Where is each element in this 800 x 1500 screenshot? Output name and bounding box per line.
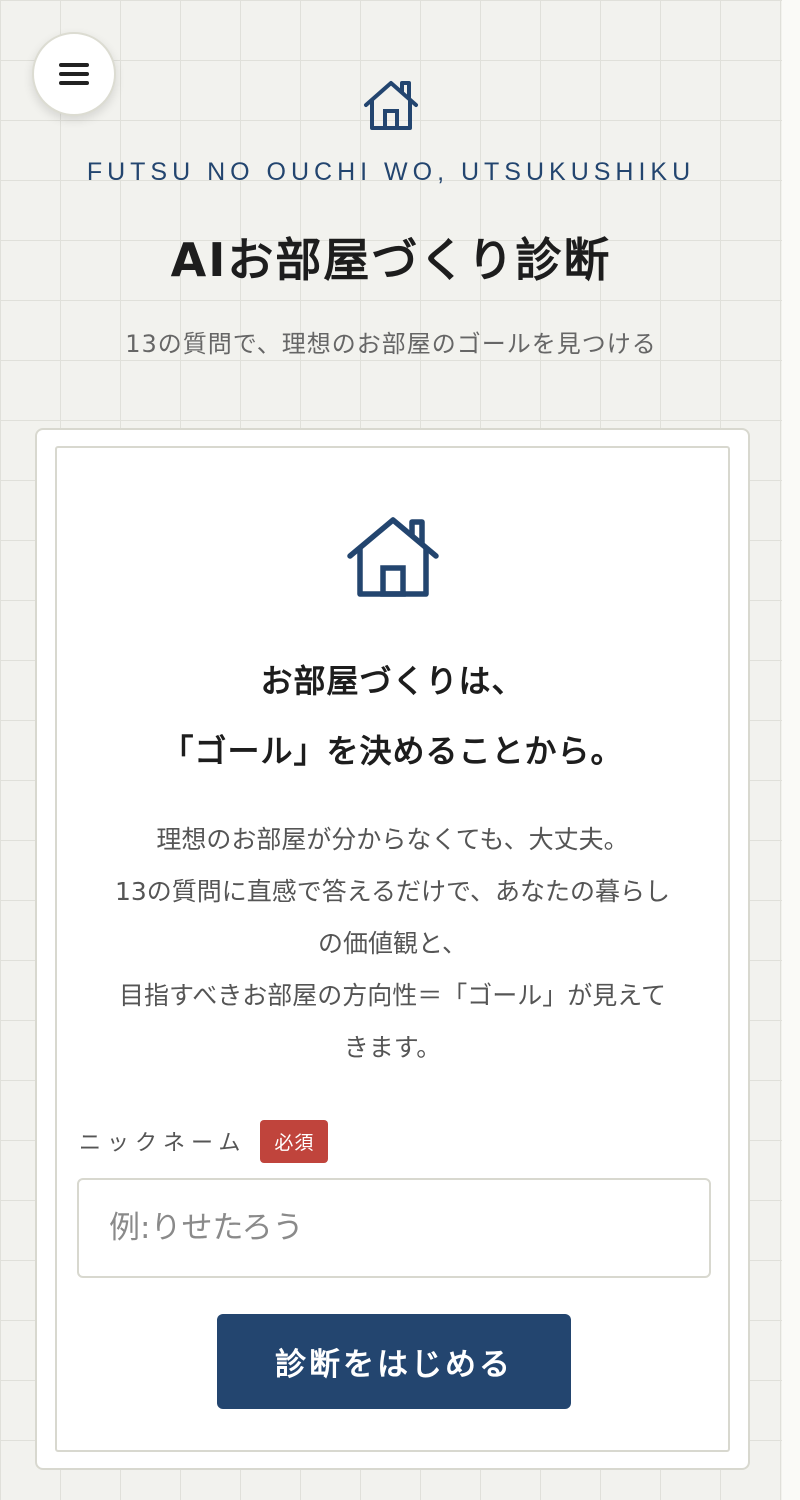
description-line: の価値観と、 <box>317 929 467 958</box>
card-heading-line-1: お部屋づくりは、 <box>260 662 525 700</box>
page-title: AIお部屋づくり診断 <box>170 233 612 287</box>
hamburger-menu-icon <box>59 63 89 85</box>
card-description: 理想のお部屋が分からなくても、大丈夫。 13の質問に直感で答えるだけで、あなたの… <box>75 814 710 1074</box>
house-icon <box>364 81 418 130</box>
intro-card: お部屋づくりは、 「ゴール」を決めることから。 理想のお部屋が分からなくても、大… <box>35 428 750 1470</box>
nickname-input[interactable] <box>77 1178 711 1278</box>
description-line: 目指すべきお部屋の方向性＝「ゴール」が見えて <box>118 981 666 1010</box>
required-badge: 必須 <box>260 1119 329 1163</box>
nickname-label: ニックネーム <box>79 1131 247 1156</box>
description-line: きます。 <box>343 1033 442 1062</box>
intro-card-inner: お部屋づくりは、 「ゴール」を決めることから。 理想のお部屋が分からなくても、大… <box>55 446 730 1452</box>
card-heading-line-2: 「ゴール」を決めることから。 <box>161 732 624 770</box>
brand-tagline: FUTSU NO OUCHI WO, UTSUKUSHIKU <box>86 158 696 186</box>
nickname-label-row: ニックネーム 必須 <box>79 1119 329 1163</box>
page-edge-strip <box>782 0 800 1500</box>
house-icon <box>347 517 439 597</box>
menu-button[interactable] <box>32 32 116 116</box>
description-line: 理想のお部屋が分からなくても、大丈夫。 <box>156 825 629 854</box>
page-subtitle: 13の質問で、理想のお部屋のゴールを見つける <box>125 330 657 358</box>
start-diagnosis-button[interactable]: 診断をはじめる <box>217 1314 571 1409</box>
description-line: 13の質問に直感で答えるだけで、あなたの暮らし <box>114 877 671 906</box>
